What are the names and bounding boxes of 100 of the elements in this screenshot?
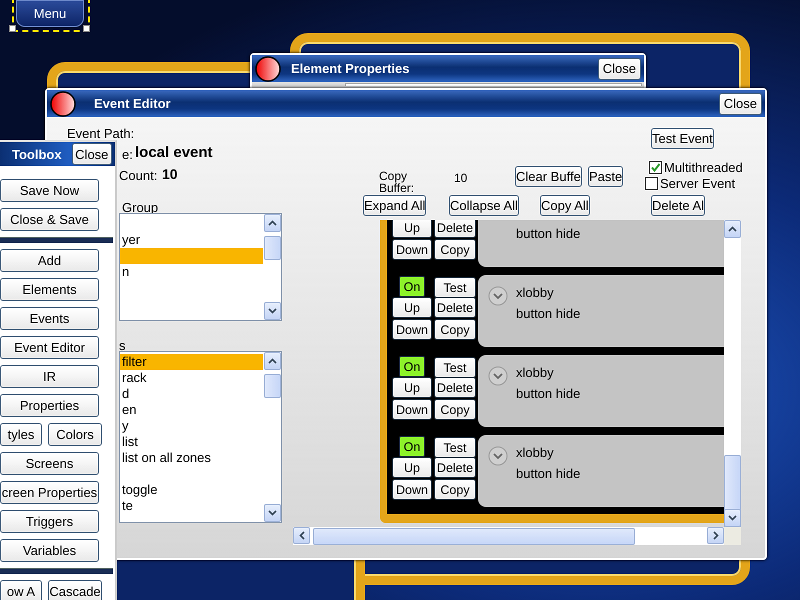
scroll-thumb[interactable]: [264, 374, 281, 398]
list-item[interactable]: d: [120, 386, 263, 402]
checkbox[interactable]: [645, 177, 658, 190]
on-toggle[interactable]: On: [399, 356, 425, 377]
toolbox-button[interactable]: Close & Save: [0, 208, 99, 231]
group-list[interactable]: yer n: [119, 213, 282, 321]
close-button[interactable]: Close: [72, 143, 112, 165]
checkbox-label: Multithreaded: [664, 160, 743, 175]
vertical-scrollbar[interactable]: [264, 214, 281, 320]
toolbox-button[interactable]: Variables: [0, 539, 99, 562]
event-name: xlobby: [516, 445, 555, 460]
up-button[interactable]: Up: [392, 377, 432, 398]
down-button[interactable]: Down: [392, 239, 432, 260]
caret-up-icon[interactable]: [268, 358, 277, 364]
list-item[interactable]: n: [120, 264, 263, 280]
delete-button[interactable]: Delete: [434, 297, 476, 318]
paste-button[interactable]: Paste: [588, 166, 624, 187]
down-button[interactable]: Down: [392, 319, 432, 340]
delete-button[interactable]: Delete: [434, 457, 476, 478]
caret-up-icon[interactable]: [728, 226, 737, 232]
toolbox-button[interactable]: tyles: [0, 423, 42, 446]
test-button[interactable]: Test: [434, 357, 476, 378]
horizontal-scrollbar[interactable]: [293, 527, 724, 545]
list-item[interactable]: toggle: [120, 482, 263, 498]
name-label: e:: [122, 147, 133, 162]
menu-button[interactable]: Menu: [16, 0, 84, 27]
up-button[interactable]: Up: [392, 457, 432, 478]
caret-down-icon[interactable]: [268, 308, 277, 314]
caret-down-icon[interactable]: [268, 510, 277, 516]
delete-button[interactable]: Delete: [434, 220, 476, 238]
list-item[interactable]: list: [120, 434, 263, 450]
vertical-scrollbar[interactable]: [724, 220, 741, 527]
toolbox-button[interactable]: Events: [0, 307, 99, 330]
scroll-arrow-button[interactable]: [293, 527, 310, 544]
test-event-button[interactable]: Test Event: [651, 128, 714, 149]
test-button[interactable]: Test: [434, 437, 476, 458]
scroll-arrow-button[interactable]: [724, 220, 741, 238]
copy-button[interactable]: Copy: [434, 479, 476, 500]
chevron-icon[interactable]: [488, 366, 508, 386]
on-toggle[interactable]: On: [399, 276, 425, 297]
down-button[interactable]: Down: [392, 399, 432, 420]
scroll-arrow-button[interactable]: [707, 527, 724, 544]
close-button[interactable]: Close: [598, 58, 641, 80]
copy-all-button[interactable]: Copy All: [540, 195, 590, 216]
toolbox-button[interactable]: Triggers: [0, 510, 99, 533]
ball-icon: [50, 90, 76, 116]
up-button[interactable]: Up: [392, 297, 432, 318]
copy-buffer-count: 10: [454, 171, 468, 185]
toolbox-button[interactable]: Elements: [0, 278, 99, 301]
scroll-thumb[interactable]: [264, 236, 281, 260]
toolbox-button[interactable]: Save Now: [0, 179, 99, 202]
caret-right-icon[interactable]: [712, 531, 718, 540]
toolbox-button[interactable]: Properties: [0, 394, 99, 417]
vertical-scrollbar[interactable]: [264, 352, 281, 522]
scroll-arrow-button[interactable]: [264, 214, 281, 232]
on-toggle[interactable]: On: [399, 436, 425, 457]
scroll-arrow-button[interactable]: [264, 352, 281, 370]
collapse-all-button[interactable]: Collapse All: [449, 195, 519, 216]
up-button[interactable]: Up: [392, 220, 432, 238]
checkbox[interactable]: [649, 161, 662, 174]
list-item[interactable]: rack: [120, 370, 263, 386]
close-button[interactable]: Close: [718, 92, 762, 114]
toolbox-button[interactable]: ow A: [0, 580, 42, 600]
down-button[interactable]: Down: [392, 479, 432, 500]
delete-all-button[interactable]: Delete Al: [651, 195, 706, 216]
toolbox-button[interactable]: Cascade: [48, 580, 102, 600]
toolbox-button[interactable]: Event Editor: [0, 336, 99, 359]
copy-button[interactable]: Copy: [434, 239, 476, 260]
scroll-thumb[interactable]: [313, 528, 635, 545]
chevron-icon[interactable]: [488, 446, 508, 466]
clear-buffer-button[interactable]: Clear Buffe: [515, 166, 582, 187]
caret-down-icon[interactable]: [728, 515, 737, 521]
copy-button[interactable]: Copy: [434, 399, 476, 420]
input-field[interactable]: [345, 83, 642, 86]
actions-list[interactable]: filter rack d en y list list on all zones toggle te: [119, 351, 282, 523]
copy-button[interactable]: Copy: [434, 319, 476, 340]
list-item[interactable]: y: [120, 418, 263, 434]
caret-up-icon[interactable]: [268, 220, 277, 226]
test-button[interactable]: Test: [434, 277, 476, 298]
expand-all-button[interactable]: Expand All: [363, 195, 426, 216]
list-item[interactable]: yer: [120, 232, 263, 248]
toolbox-button[interactable]: IR: [0, 365, 99, 388]
count-label: Count:: [119, 168, 158, 183]
scroll-arrow-button[interactable]: [264, 302, 281, 320]
chevron-icon[interactable]: [488, 286, 508, 306]
list-item[interactable]: filter: [120, 354, 263, 370]
caret-left-icon[interactable]: [298, 531, 304, 540]
toolbox-button[interactable]: Add: [0, 249, 99, 272]
scroll-arrow-button[interactable]: [264, 504, 281, 522]
list-item[interactable]: list on all zones: [120, 450, 263, 466]
scroll-arrow-button[interactable]: [724, 509, 741, 527]
resize-handle[interactable]: [83, 25, 90, 32]
toolbox-button[interactable]: creen Properties: [0, 481, 99, 504]
resize-handle[interactable]: [9, 25, 16, 32]
toolbox-button[interactable]: Colors: [48, 423, 102, 446]
toolbox-button[interactable]: Screens: [0, 452, 99, 475]
scrollbar-corner: [724, 527, 741, 545]
delete-button[interactable]: Delete: [434, 377, 476, 398]
list-item[interactable]: en: [120, 402, 263, 418]
list-item[interactable]: te: [120, 498, 263, 514]
